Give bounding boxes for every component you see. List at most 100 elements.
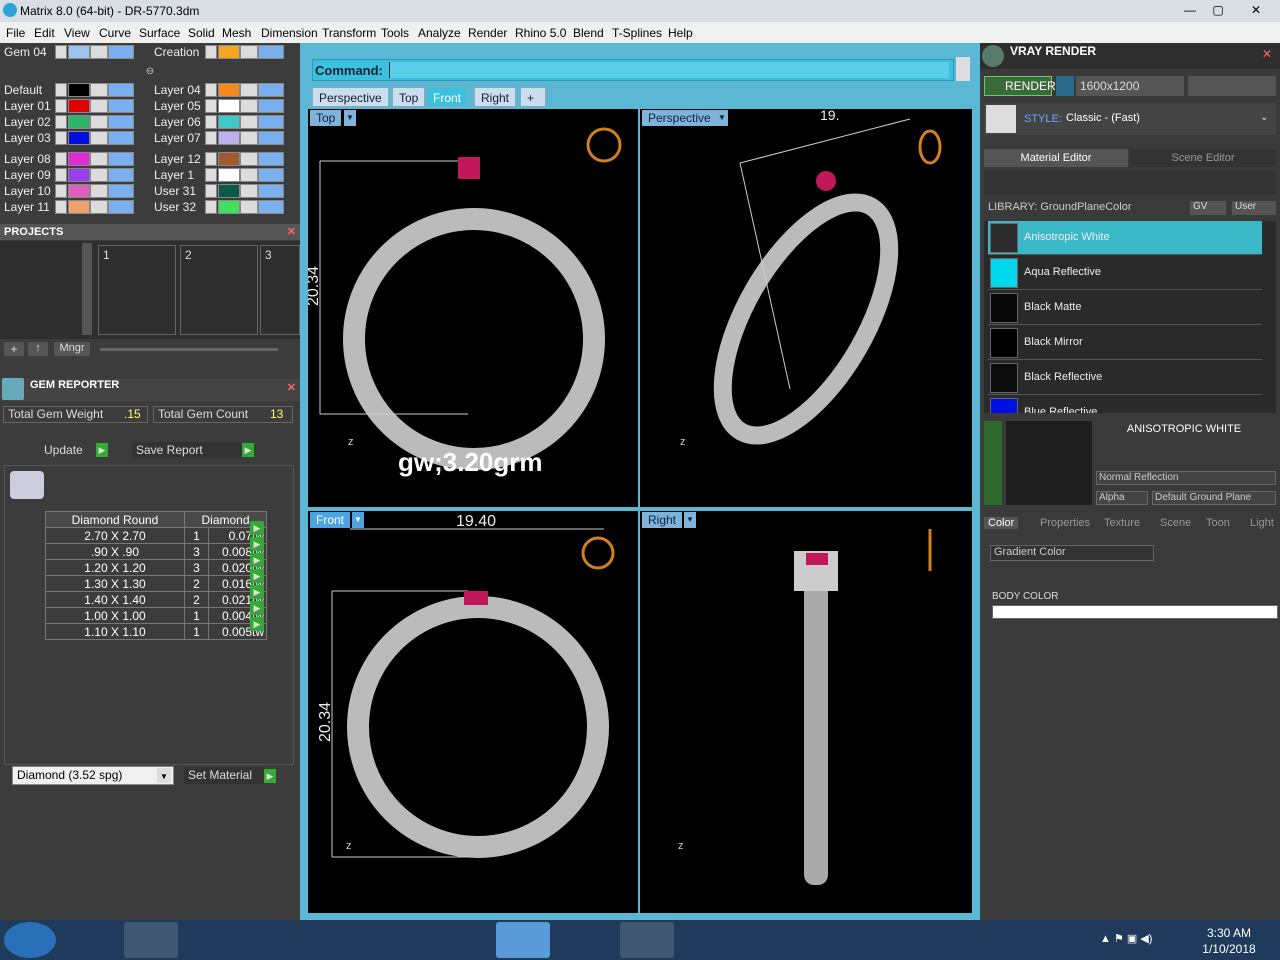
menu-rhino[interactable]: Rhino 5.0 bbox=[515, 26, 566, 40]
lock-icon[interactable] bbox=[240, 45, 258, 59]
user-toggle[interactable]: User bbox=[1232, 201, 1276, 215]
material-item[interactable]: Aqua Reflective bbox=[988, 256, 1262, 290]
layer-arrow-icon[interactable] bbox=[55, 45, 67, 59]
menu-transform[interactable]: Transform bbox=[322, 26, 376, 40]
layer-color-swatch[interactable] bbox=[68, 200, 90, 214]
layer-visibility-icon[interactable] bbox=[258, 184, 284, 198]
gem-row-play-icon[interactable]: ▶ bbox=[250, 617, 264, 631]
layer-row[interactable]: Layer 09 bbox=[0, 167, 140, 183]
menu-curve[interactable]: Curve bbox=[99, 26, 131, 40]
viewport-perspective[interactable]: Perspective ▼ z 19. bbox=[640, 109, 972, 507]
layer-color-swatch[interactable] bbox=[218, 200, 240, 214]
lock-icon[interactable] bbox=[90, 200, 108, 214]
layer-arrow-icon[interactable] bbox=[205, 200, 217, 214]
lock-icon[interactable] bbox=[240, 115, 258, 129]
layer-visibility-icon[interactable] bbox=[258, 45, 284, 59]
lock-icon[interactable] bbox=[90, 131, 108, 145]
projects-scrollbar[interactable] bbox=[82, 243, 92, 335]
layer-visibility-icon[interactable] bbox=[258, 115, 284, 129]
project-slot-3[interactable]: 3 bbox=[260, 245, 300, 335]
layer-visibility-icon[interactable] bbox=[108, 184, 134, 198]
material-select[interactable]: Diamond (3.52 spg) ▼ bbox=[12, 766, 174, 785]
layer-visibility-icon[interactable] bbox=[108, 200, 134, 214]
chevron-down-icon[interactable]: ▼ bbox=[157, 768, 171, 783]
menu-help[interactable]: Help bbox=[668, 26, 693, 40]
layer-row[interactable]: User 32 bbox=[150, 199, 290, 215]
lock-icon[interactable] bbox=[240, 131, 258, 145]
layer-visibility-icon[interactable] bbox=[258, 99, 284, 113]
layer-color-swatch[interactable] bbox=[218, 168, 240, 182]
file-explorer-icon[interactable] bbox=[124, 922, 178, 958]
layer-row[interactable]: Layer 10 bbox=[0, 183, 140, 199]
menu-blend[interactable]: Blend bbox=[573, 26, 604, 40]
layer-arrow-icon[interactable] bbox=[55, 83, 67, 97]
close-projects-icon[interactable]: ✕ bbox=[287, 224, 296, 240]
material-item[interactable]: Black Mirror bbox=[988, 326, 1262, 360]
clock-date[interactable]: 1/10/2018 bbox=[1196, 942, 1262, 956]
chevron-down-icon[interactable]: ⌄ bbox=[1260, 112, 1268, 123]
layer-arrow-icon[interactable] bbox=[55, 184, 67, 198]
gem-row-play-icon[interactable]: ▶ bbox=[250, 601, 264, 615]
add-view-button[interactable]: + bbox=[520, 87, 546, 107]
tab-top[interactable]: Top bbox=[392, 87, 426, 107]
layer-color-swatch[interactable] bbox=[218, 184, 240, 198]
layer-arrow-icon[interactable] bbox=[55, 168, 67, 182]
internet-explorer-icon[interactable] bbox=[62, 922, 116, 958]
set-material-play-icon[interactable]: ▶ bbox=[264, 769, 276, 783]
lock-icon[interactable] bbox=[240, 99, 258, 113]
layer-color-swatch[interactable] bbox=[218, 45, 240, 59]
layer-arrow-icon[interactable] bbox=[205, 45, 217, 59]
menu-mesh[interactable]: Mesh bbox=[222, 26, 251, 40]
layer-row[interactable]: Layer 06 bbox=[150, 114, 290, 130]
layer-arrow-icon[interactable] bbox=[205, 131, 217, 145]
document-icon[interactable] bbox=[558, 922, 612, 958]
layer-visibility-icon[interactable] bbox=[258, 152, 284, 166]
tab-color[interactable]: Color bbox=[984, 517, 1019, 529]
layer-visibility-icon[interactable] bbox=[258, 168, 284, 182]
tab-right[interactable]: Right bbox=[474, 87, 517, 107]
table-row[interactable]: 1.10 X 1.10 1 0.005tw bbox=[45, 623, 267, 640]
body-color-gradient[interactable] bbox=[992, 605, 1278, 619]
collapse-preview-icon[interactable] bbox=[984, 421, 1002, 505]
tab-properties[interactable]: Properties bbox=[1036, 517, 1094, 529]
matrix-v8-icon[interactable] bbox=[496, 922, 550, 958]
layer-color-swatch[interactable] bbox=[218, 99, 240, 113]
table-row[interactable]: 1.00 X 1.00 1 0.004tw bbox=[45, 607, 267, 624]
maximize-button[interactable]: ▢ bbox=[1204, 0, 1232, 20]
layer-color-swatch[interactable] bbox=[218, 152, 240, 166]
save-report-button[interactable]: Save Report bbox=[132, 442, 242, 458]
layer-arrow-icon[interactable] bbox=[205, 152, 217, 166]
tab-scene[interactable]: Scene bbox=[1156, 517, 1195, 529]
lock-icon[interactable] bbox=[90, 115, 108, 129]
project-slot-2[interactable]: 2 bbox=[180, 245, 258, 335]
layer-color-swatch[interactable] bbox=[68, 184, 90, 198]
layer-color-swatch[interactable] bbox=[68, 45, 90, 59]
menu-dimension[interactable]: Dimension bbox=[261, 26, 318, 40]
tab-toon[interactable]: Toon bbox=[1202, 517, 1234, 529]
layer-visibility-icon[interactable] bbox=[258, 131, 284, 145]
tab-front[interactable]: Front bbox=[426, 87, 469, 107]
menu-file[interactable]: File bbox=[6, 26, 25, 40]
layer-arrow-icon[interactable] bbox=[55, 99, 67, 113]
monitor-app-icon[interactable] bbox=[372, 922, 426, 958]
layer-arrow-icon[interactable] bbox=[205, 99, 217, 113]
gem-row-play-icon[interactable]: ▶ bbox=[250, 521, 264, 535]
gem-row-play-icon[interactable]: ▶ bbox=[250, 537, 264, 551]
reflection-select[interactable]: Normal Reflection bbox=[1096, 471, 1276, 485]
lock-icon[interactable] bbox=[240, 200, 258, 214]
lock-icon[interactable] bbox=[90, 184, 108, 198]
table-row[interactable]: 2.70 X 2.70 1 0.07tw bbox=[45, 527, 267, 544]
add-project-button[interactable]: + bbox=[4, 342, 24, 356]
lock-icon[interactable] bbox=[90, 45, 108, 59]
layer-visibility-icon[interactable] bbox=[108, 45, 134, 59]
close-vray-icon[interactable]: ✕ bbox=[1262, 47, 1272, 61]
layer-row[interactable]: Creation bbox=[150, 44, 290, 60]
gem-row-play-icon[interactable]: ▶ bbox=[250, 585, 264, 599]
tray-icons[interactable]: ▲ ⚑ ▣ ◀) bbox=[1100, 932, 1180, 948]
ring-app-2-icon[interactable] bbox=[434, 922, 488, 958]
close-gem-reporter-icon[interactable]: ✕ bbox=[287, 382, 296, 394]
command-input[interactable] bbox=[389, 62, 949, 78]
tab-perspective[interactable]: Perspective bbox=[312, 87, 389, 107]
menu-render[interactable]: Render bbox=[468, 26, 507, 40]
layer-row[interactable]: Gem 04 bbox=[0, 44, 140, 60]
